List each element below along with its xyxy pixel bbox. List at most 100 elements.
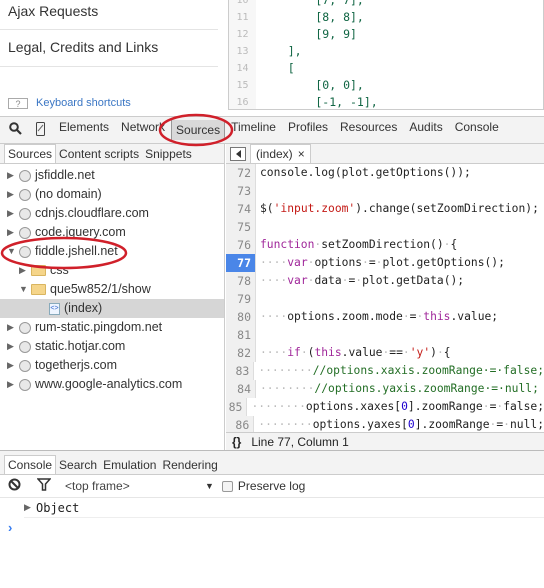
code-token: ) — [430, 346, 437, 359]
code-line: 75 — [226, 218, 544, 236]
drawer-tab-console[interactable]: Console — [4, 455, 57, 474]
tree-item-folder[interactable]: ▼ que5w852/1/show — [0, 280, 224, 299]
drawer-tab-search[interactable]: Search — [56, 456, 100, 474]
tab-resources[interactable]: Resources — [334, 120, 403, 140]
file-icon: <> — [49, 302, 60, 315]
line-number[interactable]: 73 — [226, 182, 256, 200]
clear-console-icon[interactable] — [8, 478, 21, 494]
tab-sources[interactable]: Sources — [4, 144, 57, 163]
dropdown-arrow-icon[interactable]: ▼ — [205, 481, 214, 491]
preserve-log-checkbox[interactable] — [221, 480, 233, 492]
collapsed-triangle-icon[interactable]: ▶ — [7, 204, 15, 223]
line-number[interactable]: 80 — [226, 308, 256, 326]
collapsed-triangle-icon[interactable]: ▶ — [7, 356, 15, 375]
tab-timeline[interactable]: Timeline — [225, 120, 282, 140]
filter-icon[interactable] — [36, 478, 52, 494]
globe-icon — [19, 321, 31, 334]
console-message[interactable]: ▶ Object — [24, 498, 544, 518]
drawer-tab-rendering[interactable]: Rendering — [159, 456, 220, 474]
tab-content-scripts[interactable]: Content scripts — [56, 145, 142, 163]
code-token: · — [402, 346, 410, 359]
line-number[interactable]: 83 — [226, 362, 255, 380]
keyboard-shortcuts-link[interactable]: ? Keyboard shortcuts — [8, 97, 131, 109]
tree-item-domain[interactable]: ▼ fiddle.jshell.net — [0, 242, 224, 261]
tab-profiles[interactable]: Profiles — [282, 120, 334, 140]
device-mode-icon[interactable] — [36, 121, 45, 139]
tree-item-domain[interactable]: ▶ code.jquery.com — [0, 223, 224, 242]
collapsed-triangle-icon[interactable]: ▶ — [19, 261, 27, 280]
tab-audits[interactable]: Audits — [403, 120, 448, 140]
code-line: 86 ········options.yaxes[0].zoomRange·=·n… — [226, 416, 544, 432]
expand-triangle-icon[interactable]: ▶ — [24, 502, 32, 513]
tab-console[interactable]: Console — [449, 120, 505, 140]
code-token: { — [443, 346, 451, 359]
line-number[interactable]: 82 — [226, 344, 256, 362]
toggle-navigator-icon[interactable] — [230, 147, 246, 161]
devtools-toolbar: Elements Network Sources Timeline Profiles Re… — [0, 116, 544, 144]
line-number[interactable]: 86 — [226, 416, 255, 432]
tab-network[interactable]: Network — [115, 120, 171, 140]
tab-sources[interactable]: Sources — [171, 120, 226, 140]
code-line: 15 [0, 0], — [229, 77, 543, 94]
code-text: [0, 0], — [260, 78, 364, 92]
line-number[interactable]: 78 — [226, 272, 256, 290]
line-number[interactable]: 74 — [226, 200, 256, 218]
tree-item-label: (index) — [64, 301, 103, 315]
tab-snippets[interactable]: Snippets — [142, 145, 195, 163]
close-icon[interactable]: × — [298, 147, 305, 161]
collapsed-triangle-icon[interactable]: ▶ — [7, 337, 15, 356]
collapsed-triangle-icon[interactable]: ▶ — [7, 166, 15, 185]
line-number[interactable]: 81 — [226, 326, 256, 344]
collapsed-triangle-icon[interactable]: ▶ — [7, 375, 15, 394]
editor-tab-index[interactable]: (index) × — [250, 144, 311, 163]
tree-item-domain[interactable]: ▶ www.google-analytics.com — [0, 375, 224, 394]
collapsed-triangle-icon[interactable]: ▶ — [7, 185, 15, 204]
collapsed-triangle-icon[interactable]: ▶ — [7, 223, 15, 242]
search-icon[interactable] — [9, 122, 23, 138]
code-token: 'input.zoom' — [273, 202, 356, 215]
code-token: { — [450, 238, 458, 251]
tab-elements[interactable]: Elements — [53, 120, 115, 140]
code-line: 13 ], — [229, 43, 543, 60]
line-number[interactable]: 84 — [226, 380, 256, 398]
tree-item-domain[interactable]: ▶ cdnjs.cloudflare.com — [0, 204, 224, 223]
expanded-triangle-icon[interactable]: ▼ — [7, 242, 16, 261]
folder-icon — [31, 284, 46, 295]
tree-item-domain[interactable]: ▶ static.hotjar.com — [0, 337, 224, 356]
line-number[interactable]: 75 — [226, 218, 256, 236]
keyboard-key-icon: ? — [8, 97, 28, 109]
line-number[interactable]: 76 — [226, 236, 256, 254]
tree-item-folder[interactable]: ▶ css — [0, 261, 224, 280]
breakpoint-line-number[interactable]: 77 — [226, 254, 256, 272]
frame-select[interactable]: <top frame> — [65, 479, 205, 493]
tree-item-domain[interactable]: ▶ togetherjs.com — [0, 356, 224, 375]
drawer-tab-emulation[interactable]: Emulation — [100, 456, 159, 474]
tree-item-domain[interactable]: ▶ (no domain) — [0, 185, 224, 204]
tree-item-domain[interactable]: ▶ rum-static.pingdom.net — [0, 318, 224, 337]
menu-ajax-requests[interactable]: Ajax Requests — [8, 3, 98, 19]
cursor-position: Line 77, Column 1 — [251, 434, 349, 449]
code-token: 0 — [407, 418, 415, 431]
collapsed-triangle-icon[interactable]: ▶ — [7, 318, 15, 337]
expanded-triangle-icon[interactable]: ▼ — [19, 280, 28, 299]
console-prompt[interactable]: › — [8, 520, 544, 535]
console-drawer: Console Search Emulation Rendering <top … — [0, 450, 544, 588]
code-token: ········ — [258, 364, 313, 377]
code-line: 10 [7, 7], — [229, 0, 543, 9]
line-number[interactable]: 85 — [226, 398, 248, 416]
tree-item-file[interactable]: <> (index) — [0, 299, 224, 318]
code-line: 81 — [226, 326, 544, 344]
code-token: options.zoom.mode — [287, 310, 403, 323]
line-number[interactable]: 79 — [226, 290, 256, 308]
code-token: options.xaxes[ — [305, 400, 402, 413]
pretty-print-icon[interactable]: {} — [232, 435, 241, 449]
line-number: 12 — [229, 26, 256, 43]
code-text: ········options.xaxes[0].zoomRange·=·fal… — [247, 398, 544, 416]
tree-item-domain[interactable]: ▶ jsfiddle.net — [0, 166, 224, 185]
line-number[interactable]: 72 — [226, 164, 256, 182]
code-line: 83 ········//options.xaxis.zoomRange·=·fa… — [226, 362, 544, 380]
menu-legal-credits[interactable]: Legal, Credits and Links — [8, 39, 158, 55]
tree-item-label: jsfiddle.net — [35, 168, 95, 182]
